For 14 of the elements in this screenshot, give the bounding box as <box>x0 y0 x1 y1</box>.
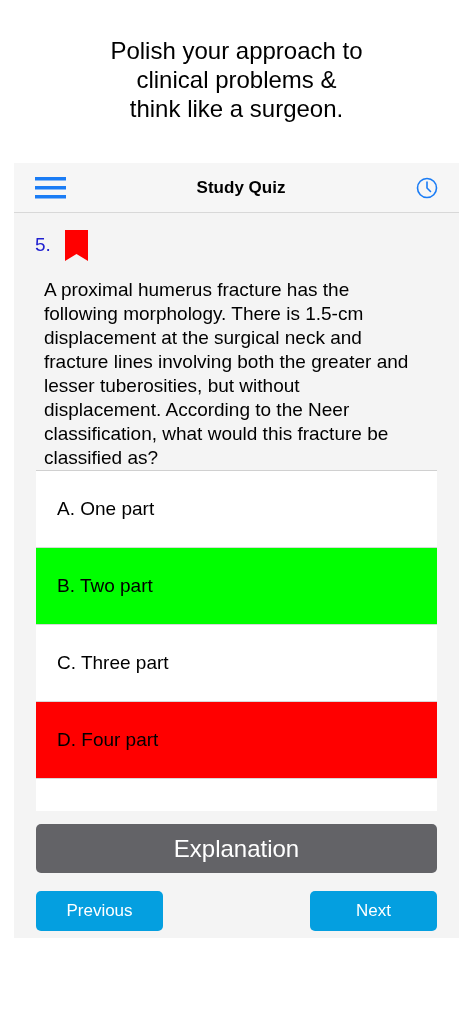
nav-title: Study Quiz <box>196 176 286 199</box>
headline-line: Polish your approach to <box>110 36 363 65</box>
headline-line: clinical problems & <box>136 65 337 94</box>
bookmark-icon[interactable] <box>64 230 88 261</box>
question-number: 5. <box>35 233 51 258</box>
clock-icon[interactable] <box>416 176 438 199</box>
explanation-button[interactable]: Explanation <box>36 824 437 873</box>
answer-option[interactable]: B. Two part <box>36 548 437 625</box>
answer-option[interactable]: C. Three part <box>36 625 437 702</box>
answer-option[interactable]: D. Four part <box>36 702 437 779</box>
question-text: A proximal humerus fracture has the following morphology. There is 1.5-cm displacement at the surgical neck and fracture lines involving both the greater and lesser tuberosities, but without displacement. According to the Neer classification, what would this fracture be classified as? <box>44 278 410 470</box>
menu-icon[interactable] <box>35 176 66 199</box>
answer-option[interactable]: A. One part <box>36 471 437 548</box>
headline-line: think like a surgeon. <box>129 94 344 123</box>
